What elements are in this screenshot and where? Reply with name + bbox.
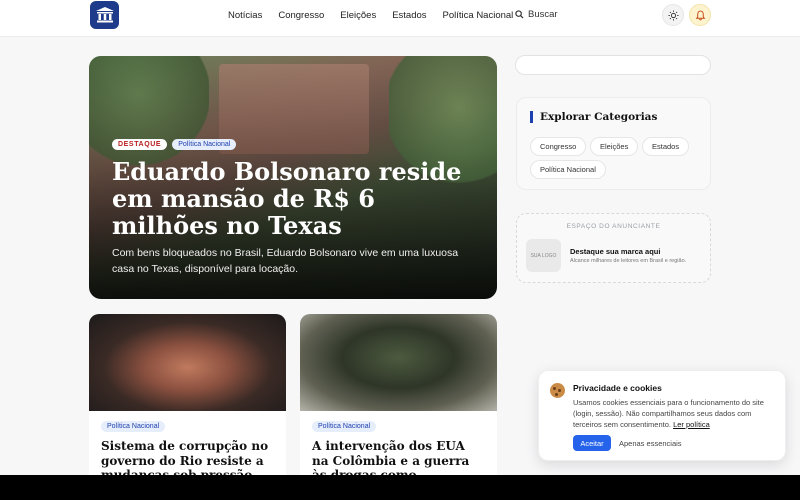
columns-icon <box>95 7 114 23</box>
hero-title[interactable]: Eduardo Bolsonaro reside em mansão de R$… <box>112 158 482 239</box>
hero-image-house <box>219 64 369 154</box>
accept-cookies-button[interactable]: Aceitar <box>573 435 611 451</box>
cookie-banner: Privacidade e cookies Usamos cookies ess… <box>538 370 786 461</box>
cookie-text: Usamos cookies essenciais para o funcion… <box>573 397 778 430</box>
article-image <box>89 314 286 411</box>
category-chip-eleicoes[interactable]: Eleições <box>590 137 639 156</box>
sidebar-search-box[interactable] <box>515 55 711 75</box>
main-nav: Notícias Congresso Eleições Estados Polí… <box>228 0 529 30</box>
search-button[interactable]: Buscar <box>515 9 558 20</box>
nav-eleicoes[interactable]: Eleições <box>340 10 376 21</box>
categories-title: Explorar Categorias <box>530 111 657 123</box>
article-image <box>300 314 497 411</box>
advertiser-space[interactable]: ESPAÇO DO ANUNCIANTE SUA LOGO Destaque s… <box>516 213 711 283</box>
site-header: Notícias Congresso Eleições Estados Polí… <box>0 0 800 37</box>
category-badge[interactable]: Política Nacional <box>172 139 237 150</box>
privacy-policy-link[interactable]: Ler política <box>673 420 710 429</box>
nav-politica-nacional[interactable]: Política Nacional <box>443 10 514 21</box>
cookie-description: Usamos cookies essenciais para o funcion… <box>573 398 764 429</box>
theme-toggle-button[interactable] <box>662 4 684 26</box>
cookie-title: Privacidade e cookies <box>573 383 662 393</box>
ad-label: ESPAÇO DO ANUNCIANTE <box>566 223 661 230</box>
sun-icon <box>667 9 679 21</box>
featured-article[interactable]: DESTAQUE Política Nacional Eduardo Bolso… <box>89 56 497 299</box>
bottom-bar <box>0 475 800 500</box>
category-chip-estados[interactable]: Estados <box>642 137 690 156</box>
category-badge[interactable]: Política Nacional <box>101 421 166 432</box>
category-badge[interactable]: Política Nacional <box>312 421 377 432</box>
cookie-icon <box>550 383 565 398</box>
article-card[interactable]: Política Nacional A intervenção dos EUA … <box>300 314 497 500</box>
ad-subtitle: Alcance milhares de leitores em Brasil e… <box>570 258 687 264</box>
notifications-button[interactable] <box>689 4 711 26</box>
article-card[interactable]: Política Nacional Sistema de corrupção n… <box>89 314 286 500</box>
essential-cookies-button[interactable]: Apenas essenciais <box>619 435 682 451</box>
ad-title: Destaque sua marca aqui <box>570 247 661 256</box>
categories-panel: Explorar Categorias Congresso Eleições E… <box>516 97 711 190</box>
nav-congresso[interactable]: Congresso <box>278 10 324 21</box>
site-logo[interactable] <box>90 1 119 29</box>
featured-badge: DESTAQUE <box>112 139 168 150</box>
category-chip-politica-nacional[interactable]: Política Nacional <box>530 160 606 179</box>
search-label: Buscar <box>528 9 558 20</box>
search-icon <box>515 10 524 19</box>
hero-subtitle: Com bens bloqueados no Brasil, Eduardo B… <box>112 247 459 275</box>
nav-noticias[interactable]: Notícias <box>228 10 262 21</box>
ad-logo-placeholder: SUA LOGO <box>526 239 561 272</box>
hero-badges: DESTAQUE Política Nacional <box>112 139 237 150</box>
bell-icon <box>695 10 705 20</box>
nav-estados[interactable]: Estados <box>392 10 426 21</box>
category-chip-congresso[interactable]: Congresso <box>530 137 587 156</box>
